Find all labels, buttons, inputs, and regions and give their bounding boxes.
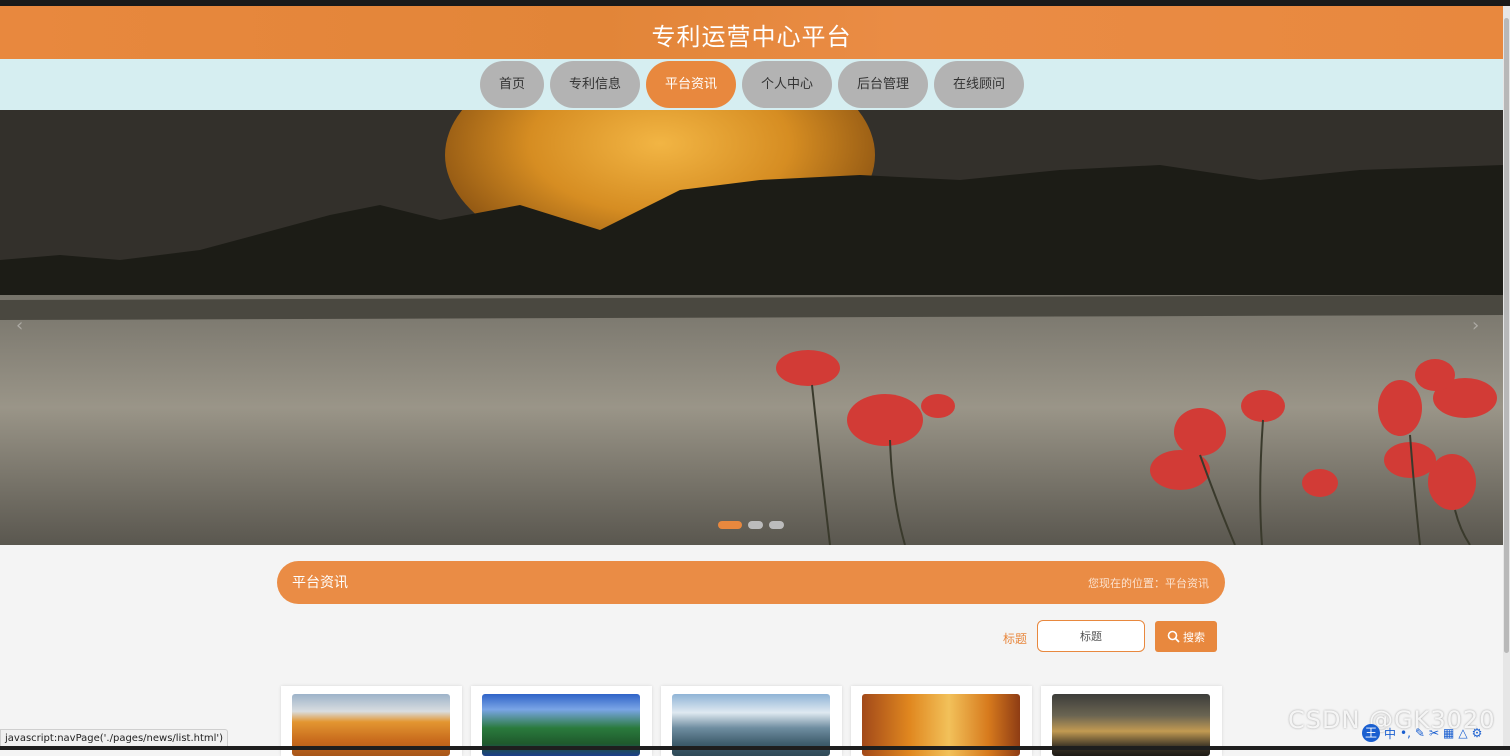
section-header: 平台资讯 您现在的位置：平台资讯 <box>277 561 1225 604</box>
carousel-dot[interactable] <box>718 521 742 529</box>
main-nav: 首页 专利信息 平台资讯 个人中心 后台管理 在线顾问 <box>480 61 1024 108</box>
scrollbar-thumb[interactable] <box>1504 18 1509 653</box>
nav-item-platform-news[interactable]: 平台资讯 <box>646 61 736 108</box>
ime-logo-icon[interactable]: 王 <box>1362 724 1380 742</box>
chevron-right-icon[interactable]: › <box>1472 315 1479 336</box>
breadcrumb: 您现在的位置：平台资讯 <box>1088 577 1209 590</box>
carousel-dot[interactable] <box>769 521 784 529</box>
nav-item-admin[interactable]: 后台管理 <box>838 61 928 108</box>
search-button[interactable]: 搜索 <box>1155 621 1217 652</box>
ime-punctuation-icon[interactable]: •, <box>1400 726 1411 740</box>
search-icon <box>1167 630 1180 643</box>
nav-item-patent-info[interactable]: 专利信息 <box>550 61 640 108</box>
site-header: 专利运营中心平台 <box>0 6 1503 59</box>
ime-scissors-icon[interactable]: ✂ <box>1429 726 1439 740</box>
ime-settings-icon[interactable]: ⚙ <box>1472 726 1483 740</box>
section-title: 平台资讯 <box>292 575 348 591</box>
ime-shirt-icon[interactable]: △ <box>1458 726 1467 740</box>
ime-toolbar[interactable]: 王 中 •, ✎ ✂ ▦ △ ⚙ <box>1362 723 1482 743</box>
ime-pen-icon[interactable]: ✎ <box>1415 726 1425 740</box>
hero-carousel[interactable]: ‹ › <box>0 110 1503 545</box>
search-input[interactable] <box>1037 620 1145 652</box>
carousel-slide-image <box>0 110 1503 545</box>
main-nav-bar: 首页 专利信息 平台资讯 个人中心 后台管理 在线顾问 <box>0 59 1503 110</box>
carousel-indicators <box>718 521 784 529</box>
page-scrollbar[interactable] <box>1503 6 1510 750</box>
ime-mode[interactable]: 中 <box>1384 725 1396 742</box>
window-bottom-edge <box>0 746 1510 750</box>
search-button-label: 搜索 <box>1183 630 1205 644</box>
search-label: 标题 <box>1003 632 1028 646</box>
chevron-left-icon[interactable]: ‹ <box>16 315 23 336</box>
nav-item-online-consultant[interactable]: 在线顾问 <box>934 61 1024 108</box>
ime-toolbox-icon[interactable]: ▦ <box>1443 726 1454 740</box>
nav-item-personal-center[interactable]: 个人中心 <box>742 61 832 108</box>
site-title: 专利运营中心平台 <box>651 23 852 51</box>
carousel-dot[interactable] <box>748 521 763 529</box>
nav-item-home[interactable]: 首页 <box>480 61 544 108</box>
